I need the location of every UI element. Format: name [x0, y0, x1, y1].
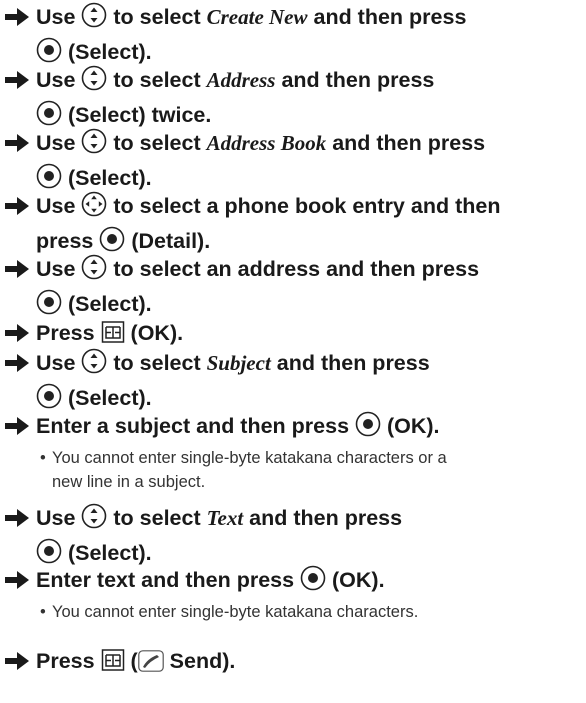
arrow-right-icon [4, 6, 30, 28]
arrow-right-icon [4, 322, 30, 344]
step-text: and then press [307, 5, 467, 29]
step-text: Press [36, 321, 101, 345]
step-text: to select [107, 5, 207, 29]
step-line: Press ( Send). [0, 646, 586, 681]
step-line: Use to select Address and then press [0, 65, 586, 100]
step-text: Use [36, 131, 82, 155]
instruction-step: Use to select Address and then press (Se… [0, 65, 586, 135]
menu-item-name: Subject [206, 351, 271, 375]
nav-updown-icon [81, 2, 107, 37]
note-bullet: • [40, 449, 46, 467]
nav-fourway-icon [81, 191, 107, 226]
send-mail-icon [137, 650, 164, 681]
arrow-right-icon [4, 69, 30, 91]
nav-updown-icon [81, 65, 107, 100]
step-line: Use to select a phone book entry and the… [0, 191, 586, 226]
note-text: You cannot enter single-byte katakana ch… [52, 603, 419, 621]
book-key-icon [101, 648, 125, 681]
step-text: Use [36, 257, 82, 281]
arrow-right-icon [4, 258, 30, 280]
menu-item-name: Address [206, 68, 276, 92]
step-line: Use to select an address and then press [0, 254, 586, 289]
step-text: to select [107, 131, 207, 155]
step-line: Use to select Address Book and then pres… [0, 128, 586, 163]
step-line: Use to select Subject and then press [0, 348, 586, 383]
instruction-step: Use to select Subject and then press (Se… [0, 348, 586, 418]
instruction-step: Use to select Address Book and then pres… [0, 128, 586, 198]
step-text: to select [107, 68, 207, 92]
nav-updown-icon [81, 503, 107, 538]
step-text: and then press [275, 68, 435, 92]
instruction-steps: Use to select Create New and then press … [0, 0, 586, 703]
step-text: (Select). [62, 292, 152, 316]
step-text: (Detail). [125, 229, 211, 253]
step-text: to select an address and then press [107, 257, 480, 281]
arrow-right-icon [4, 569, 30, 591]
arrow-right-icon [4, 132, 30, 154]
step-line: Use to select Create New and then press [0, 2, 586, 37]
menu-item-name: Text [206, 506, 244, 530]
step-text: (Select). [62, 386, 152, 410]
menu-item-name: Address Book [206, 131, 327, 155]
instruction-step: Press ( Send). [0, 646, 586, 681]
step-line: Enter a subject and then press (OK). [0, 411, 586, 446]
step-text: Press [36, 649, 101, 673]
step-text: and then press [326, 131, 486, 155]
step-text: to select [107, 506, 207, 530]
step-text: (Select). [62, 166, 152, 190]
instruction-step: Use to select a phone book entry and the… [0, 191, 586, 261]
step-text: ( [124, 649, 138, 673]
instruction-step: Enter a subject and then press (OK). • You… [0, 411, 586, 494]
step-text: Enter text and then press [36, 568, 301, 592]
nav-updown-icon [81, 254, 107, 289]
arrow-right-icon [4, 415, 30, 437]
step-text: (OK). [381, 414, 440, 438]
instruction-step: Use to select an address and then press … [0, 254, 586, 324]
step-text: Use [36, 351, 82, 375]
instruction-step: Use to select Text and then press (Selec… [0, 503, 586, 573]
step-text: to select [107, 351, 207, 375]
instruction-step: Use to select Create New and then press … [0, 2, 586, 72]
step-text: (Select) twice. [62, 103, 212, 127]
select-button-icon [300, 565, 326, 600]
step-text: Use [36, 68, 82, 92]
nav-updown-icon [81, 348, 107, 383]
note-text: new line in a subject. [52, 473, 206, 491]
step-text: Use [36, 194, 82, 218]
step-line: Use to select Text and then press [0, 503, 586, 538]
step-text: Enter a subject and then press [36, 414, 356, 438]
instruction-step: Enter text and then press (OK). • You cann… [0, 565, 586, 624]
step-text: (OK). [124, 321, 184, 345]
step-text: (OK). [326, 568, 385, 592]
step-text: and then press [243, 506, 403, 530]
step-text: (Select). [62, 541, 152, 565]
arrow-right-icon [4, 650, 30, 672]
arrow-right-icon [4, 195, 30, 217]
step-text: Send). [163, 649, 236, 673]
step-note: • You cannot enter single-byte katakana c… [0, 446, 586, 494]
step-text: press [36, 229, 100, 253]
step-text: Use [36, 506, 82, 530]
nav-updown-icon [81, 128, 107, 163]
select-button-icon [355, 411, 381, 446]
step-note: • You cannot enter single-byte katakana c… [0, 600, 586, 624]
arrow-right-icon [4, 507, 30, 529]
step-text: Use [36, 5, 82, 29]
menu-item-name: Create New [206, 5, 308, 29]
note-text: You cannot enter single-byte katakana ch… [52, 449, 447, 467]
step-text: to select a phone book entry and then [107, 194, 501, 218]
step-text: and then press [270, 351, 430, 375]
step-text: (Select). [62, 40, 152, 64]
note-bullet: • [40, 603, 46, 621]
arrow-right-icon [4, 352, 30, 374]
step-line: Enter text and then press (OK). [0, 565, 586, 600]
